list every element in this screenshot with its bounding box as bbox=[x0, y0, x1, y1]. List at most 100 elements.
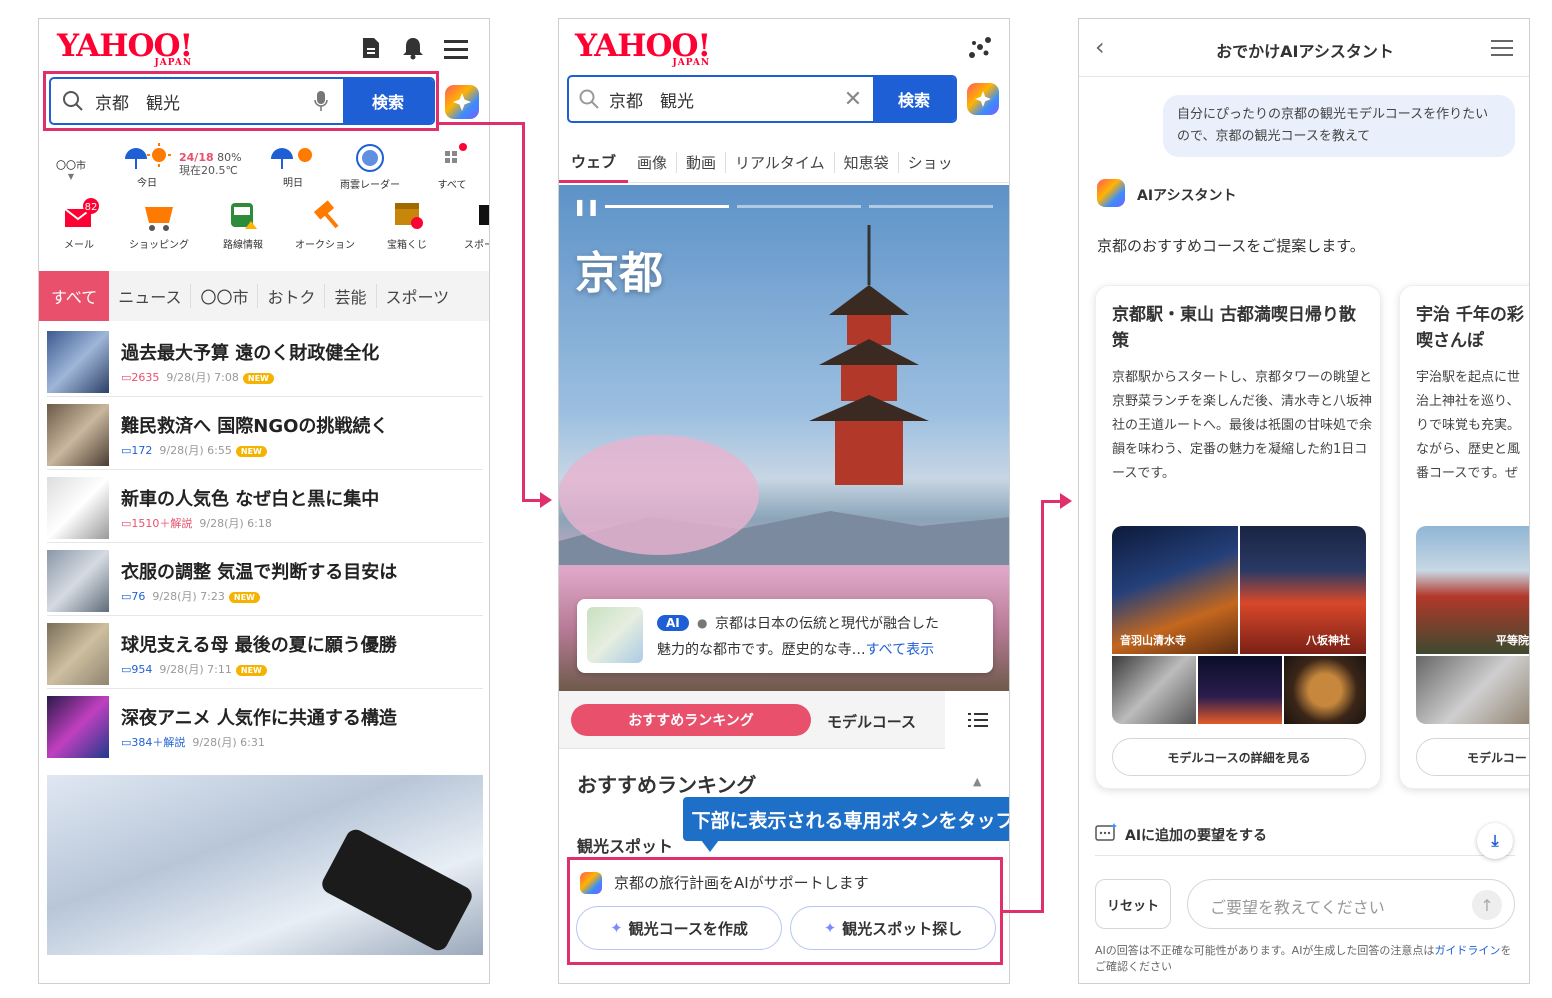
microphone-icon[interactable] bbox=[299, 90, 343, 112]
news-item[interactable]: 球児支える母 最後の夏に願う優勝 ▭954 9/28(月) 7:11 NEW bbox=[47, 621, 483, 689]
search-bar[interactable]: 京都 観光 ✕ 検索 bbox=[567, 75, 957, 123]
info-icon[interactable]: ● bbox=[697, 616, 707, 630]
find-spots-button[interactable]: ✦ 観光スポット探し bbox=[790, 906, 996, 950]
news-item[interactable]: 新車の人気色 なぜ白と黒に集中 ▭1510＋解説 9/28(月) 6:18 bbox=[47, 475, 483, 543]
search-button[interactable]: 検索 bbox=[343, 79, 433, 123]
hero-image[interactable]: ❚❚ 京都 AI ● 京都は日本の伝統と現代が融合した 魅力的な都市です。歴史的… bbox=[559, 185, 1009, 691]
course-detail-button[interactable]: モデルコースの詳細を見る bbox=[1112, 738, 1366, 776]
service-auction[interactable]: オークション bbox=[295, 197, 355, 251]
ai-assistant-icon[interactable] bbox=[445, 85, 479, 119]
search-input[interactable]: 京都 観光 bbox=[609, 87, 833, 112]
collapse-icon[interactable]: ▲ bbox=[973, 775, 981, 788]
progress-bar bbox=[605, 205, 729, 208]
radar-icon bbox=[355, 144, 385, 176]
disclaimer: AIの回答は不正確な可能性があります。AIが生成した回答の注意点はガイドラインを… bbox=[1095, 943, 1519, 975]
course-body: 宇治駅を起点に世 治上神社を巡り、 りで味覚も充実。 ながら、歴史と風 番コース… bbox=[1416, 366, 1520, 486]
tab-images[interactable]: 画像 bbox=[628, 152, 678, 173]
food-photo bbox=[1284, 656, 1366, 724]
rain-value: 80% bbox=[217, 151, 242, 164]
ai-summary-card[interactable]: AI ● 京都は日本の伝統と現代が融合した 魅力的な都市です。歴史的な寺…すべて… bbox=[577, 599, 993, 673]
tab-city[interactable]: 〇〇市 bbox=[191, 284, 259, 308]
service-shopping[interactable]: ショッピング bbox=[129, 197, 189, 251]
news-meta: ▭954 9/28(月) 7:11 NEW bbox=[121, 661, 267, 677]
clear-icon[interactable]: ✕ bbox=[833, 87, 873, 112]
news-meta: ▭384＋解説 9/28(月) 6:31 bbox=[121, 736, 265, 749]
pause-icon[interactable]: ❚❚ bbox=[573, 197, 600, 216]
weather-today[interactable]: 今日 bbox=[117, 143, 177, 189]
assistant-name: AIアシスタント bbox=[1137, 188, 1237, 204]
search-input[interactable]: 京都 観光 bbox=[95, 89, 299, 114]
course-detail-button[interactable]: モデルコー bbox=[1416, 738, 1529, 776]
tab-ranking[interactable]: おすすめランキング bbox=[571, 704, 811, 736]
ai-summary-line2: 魅力的な都市です。歴史的な寺…すべて表示 bbox=[657, 639, 934, 659]
tab-video[interactable]: 動画 bbox=[677, 152, 727, 173]
banner-image[interactable] bbox=[47, 775, 483, 955]
course-card[interactable]: 京都駅・東山 古都満喫日帰り散策 京都駅からスタートし、京都タワーの眺望と京野菜… bbox=[1095, 285, 1381, 789]
news-item[interactable]: 深夜アニメ 人気作に共通する構造 ▭384＋解説 9/28(月) 6:31 bbox=[47, 694, 483, 762]
service-transit[interactable]: 路線情報 bbox=[213, 197, 273, 251]
weather-city[interactable]: 〇〇市 ▼ bbox=[51, 157, 91, 181]
reset-button[interactable]: リセット bbox=[1095, 879, 1171, 929]
news-title: 球児支える母 最後の夏に願う優勝 bbox=[121, 635, 397, 656]
tab-shopping[interactable]: ショッ bbox=[899, 152, 962, 173]
ai-assistant-icon[interactable] bbox=[967, 83, 999, 115]
menu-icon[interactable] bbox=[1491, 39, 1513, 61]
tab-realtime[interactable]: リアルタイム bbox=[726, 152, 835, 173]
tab-model-course[interactable]: モデルコース bbox=[827, 711, 916, 732]
umbrella-sun-icon bbox=[121, 143, 173, 174]
course-body-line: 治上神社を巡り、 bbox=[1416, 394, 1520, 409]
today-label: 今日 bbox=[137, 178, 157, 189]
new-badge: NEW bbox=[235, 446, 267, 457]
tab-all[interactable]: すべて bbox=[39, 271, 110, 321]
service-lottery[interactable]: 宝箱くじ bbox=[377, 197, 437, 251]
tab-web[interactable]: ウェブ bbox=[559, 143, 629, 183]
yahoo-logo[interactable]: YAHOO! JAPAN bbox=[57, 31, 193, 68]
ai-summary-line1: 京都は日本の伝統と現代が融合した bbox=[715, 616, 939, 632]
news-meta: ▭172 9/28(月) 6:55 NEW bbox=[121, 442, 267, 458]
news-thumbnail bbox=[47, 331, 109, 393]
tab-chiebukuro[interactable]: 知恵袋 bbox=[835, 152, 899, 173]
document-icon[interactable] bbox=[359, 35, 383, 61]
tab-entertainment[interactable]: 芸能 bbox=[325, 284, 377, 308]
find-spots-label: 観光スポット探し bbox=[842, 919, 963, 938]
tab-deals[interactable]: おトク bbox=[258, 284, 326, 308]
sparkle-menu-icon[interactable] bbox=[965, 33, 995, 63]
news-item[interactable]: 難民救済へ 国際NGOの挑戦続く ▭172 9/28(月) 6:55 NEW bbox=[47, 402, 483, 470]
comment-count: 76 bbox=[131, 590, 146, 603]
weather-tomorrow[interactable]: 明日 bbox=[263, 143, 323, 189]
add-request-label[interactable]: AIに追加の要望をする bbox=[1125, 825, 1267, 845]
request-input[interactable]: ご要望を教えてください ↑ bbox=[1187, 879, 1515, 929]
rain-radar[interactable]: 雨雲レーダー bbox=[335, 143, 405, 191]
byodoin-photo: 平等院 bbox=[1416, 526, 1529, 654]
all-label: すべて bbox=[437, 180, 467, 191]
search-button[interactable]: 検索 bbox=[873, 77, 955, 121]
all-services[interactable]: すべて bbox=[427, 143, 477, 191]
show-all-link[interactable]: すべて表示 bbox=[866, 642, 934, 658]
news-thumbnail bbox=[47, 477, 109, 539]
news-tabs: すべて ニュース 〇〇市 おトク 芸能 スポーツ bbox=[39, 271, 489, 321]
guideline-link[interactable]: ガイドライン bbox=[1434, 944, 1500, 957]
send-icon[interactable]: ↑ bbox=[1472, 890, 1502, 920]
news-item[interactable]: 衣服の調整 気温で判断する目安は ▭76 9/28(月) 7:23 NEW bbox=[47, 548, 483, 616]
kyoto-tower-photo bbox=[1198, 656, 1282, 724]
mail-badge: 82 bbox=[85, 202, 98, 213]
scroll-down-icon[interactable]: ⤓ bbox=[1477, 823, 1513, 859]
sub-tabs: おすすめランキング モデルコース bbox=[559, 691, 1009, 749]
station-photo bbox=[1112, 656, 1196, 724]
section-subtitle: 観光スポット bbox=[577, 837, 674, 856]
comment-count: 1510＋解説 bbox=[131, 517, 193, 530]
header: ‹ おでかけAIアシスタント bbox=[1079, 19, 1529, 77]
news-item[interactable]: 過去最大予算 遠のく財政健全化 ▭2635 9/28(月) 7:08 NEW bbox=[47, 329, 483, 397]
yahoo-logo[interactable]: YAHOO! JAPAN bbox=[575, 31, 711, 68]
tab-sports[interactable]: スポーツ bbox=[377, 284, 459, 308]
course-card[interactable]: 宇治 千年の彩 喫さんぽ 宇治駅を起点に世 治上神社を巡り、 りで味覚も充実。 な… bbox=[1399, 285, 1529, 789]
service-sports[interactable]: スポー bbox=[449, 197, 489, 251]
tab-news[interactable]: ニュース bbox=[109, 284, 192, 308]
menu-icon[interactable] bbox=[443, 37, 469, 61]
search-bar[interactable]: 京都 観光 検索 bbox=[49, 77, 435, 125]
create-course-button[interactable]: ✦ 観光コースを作成 bbox=[576, 906, 782, 950]
bell-icon[interactable] bbox=[401, 35, 425, 61]
list-menu-icon[interactable] bbox=[945, 691, 1009, 749]
pagoda-image bbox=[809, 225, 929, 485]
service-mail[interactable]: 82 メール bbox=[49, 197, 109, 251]
